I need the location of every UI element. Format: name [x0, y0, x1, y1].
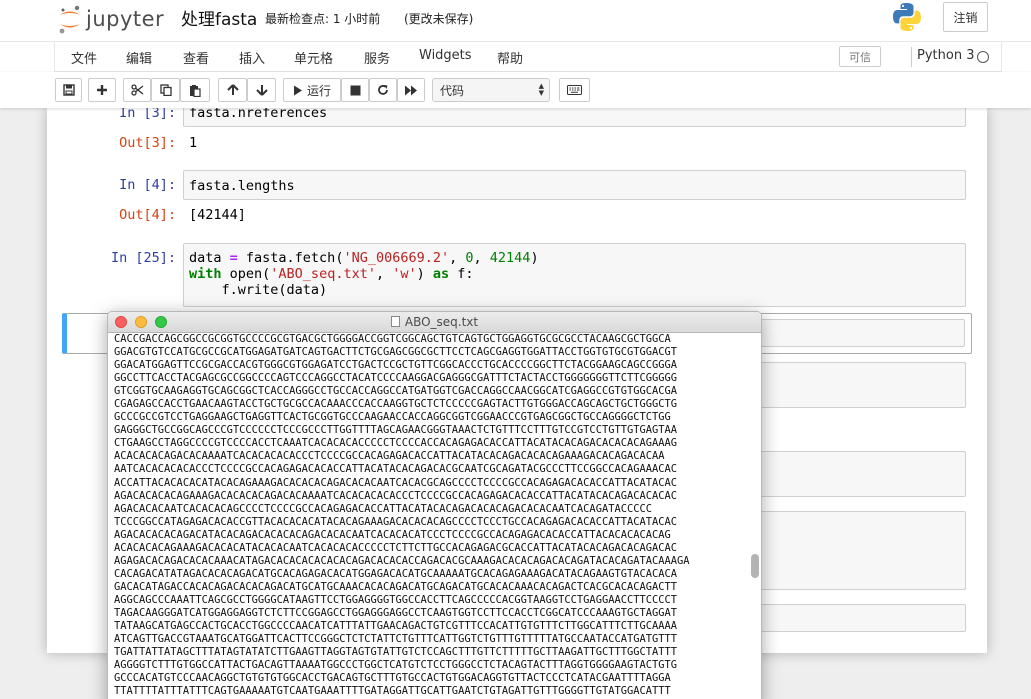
sequence-line: AGGGGTCTTTGTGGCCATTACTGACAGTTAAAATGGCCCT…	[114, 659, 678, 672]
trusted-badge[interactable]: 可信	[839, 46, 881, 67]
sequence-line: GCCCACATGTCCCAACAGGCTGTGTGTGGCACCTGACAGT…	[114, 672, 671, 685]
sequence-line: AGACACACACAGAAAGACACACACAGACACAAAATCACAC…	[114, 489, 678, 502]
checkpoint-status: 最新检查点: 1 小时前	[265, 12, 381, 26]
run-button[interactable]: 运行	[283, 78, 341, 102]
interrupt-button[interactable]	[341, 78, 369, 102]
kernel-idle-indicator	[977, 51, 989, 63]
paste-button[interactable]	[180, 78, 210, 102]
logo-text: jupyter	[86, 7, 165, 31]
cut-button[interactable]	[123, 78, 151, 102]
move-down-button[interactable]	[247, 78, 276, 102]
select-arrows-icon: ▲ ▼	[538, 82, 544, 97]
scrollbar-thumb[interactable]	[751, 554, 759, 578]
input-prompt: In [25]:	[110, 250, 176, 266]
code-text: fasta.lengths	[189, 178, 295, 194]
insert-cell-button[interactable]	[88, 78, 116, 102]
python-logo-icon	[893, 3, 921, 31]
paste-icon	[190, 84, 201, 97]
output-prompt: Out[4]:	[119, 207, 176, 223]
output-text: 1	[189, 135, 198, 151]
cell-type-select[interactable]: 代码 ▲ ▼	[432, 78, 550, 102]
sequence-line: CGAGAGCCACCTGAACAAGTACCTGCTGCGCCACAAACCC…	[114, 398, 678, 411]
restart-button[interactable]	[369, 78, 397, 102]
notebook-title[interactable]: 处理fasta	[181, 5, 257, 30]
logout-button[interactable]: 注销	[943, 2, 988, 32]
sequence-line: GGCCTTCACCTACGAGCGCCGGCCCCAGTCCCAGGCCTAC…	[114, 372, 678, 385]
sequence-line: GAGGGCTGCCGGCAGCCCGTCCCCCCTCCCGCCCTTGGTT…	[114, 424, 678, 437]
refresh-icon	[378, 85, 388, 95]
code-line: f.write(data)	[189, 282, 328, 298]
sequence-line: GTCGGTGCAAGAGGTGCAGCGGCTCACCAGGGCCTGCCAC…	[114, 385, 678, 398]
copy-button[interactable]	[151, 78, 180, 102]
menu-insert[interactable]: 插入	[239, 48, 265, 67]
output-text: [42144]	[189, 207, 246, 223]
sequence-line: GCCCGCCGTCCTGAGGAAGCTGAGGTTCACTGCGGTGCCC…	[114, 411, 671, 424]
window-title: ABO_seq.txt	[108, 315, 761, 329]
sequence-line: AGAGACACAGACACACAAACATAGACACACACACACACAG…	[114, 554, 690, 567]
output-prompt: Out[3]:	[119, 135, 176, 151]
sequence-line: CACAGACATATAGACACACAGACATGCACAGAGACACATG…	[114, 567, 678, 580]
kernel-name: Python 3	[917, 48, 975, 63]
sequence-line: AGGCAGCCCAAATTCAGCGCCTGGGGCATAAGTTCCTGGA…	[114, 593, 678, 606]
sequence-line: AGACACACAATCACACACAGCCCCTCCCCGCCACAGAGAC…	[114, 502, 652, 515]
sequence-line: ATCAGTTGACCGTAAATGCATGGATTCACTTCCGGGCTCT…	[114, 633, 678, 646]
sequence-line: ACCATTACACACACATACACAGAAAGACACACACAGACAC…	[114, 476, 678, 489]
sequence-line: TATAAGCATGAGCCACTGCACCTGGCCCCAACATCATTTA…	[114, 620, 678, 633]
sequence-line: TTATTTTATTTATTTCAGTGAAAAATGTCAATGAAATTTT…	[114, 685, 671, 698]
plus-icon	[97, 85, 107, 95]
document-icon	[390, 316, 400, 327]
scissors-icon	[130, 84, 143, 96]
sequence-line: TAGACAAGGGATCATGGAGGAGGTCTCTTCCGGAGCCTGG…	[114, 606, 678, 619]
notebook-header: jupyter 处理fasta 最新检查点: 1 小时前 (更改未保存) 注销	[0, 0, 1031, 42]
jupyter-logo[interactable]: jupyter	[58, 2, 164, 36]
stop-icon	[350, 85, 360, 95]
sequence-line: CTGAAGCCTAGGCCCCGTCCCCACCTCAAATCACACACAC…	[114, 437, 678, 450]
run-label: 运行	[306, 83, 331, 98]
sequence-line: CACCGACCAGCGGCCGCGGTGCCCCGCGTGACGCTGGGGA…	[114, 333, 671, 345]
menu-widgets[interactable]: Widgets	[419, 48, 472, 63]
menu-cell[interactable]: 单元格	[294, 48, 333, 67]
autosave-status: (更改未保存)	[404, 12, 474, 26]
input-prompt: In [4]:	[119, 177, 176, 193]
code-cell-input[interactable]: fasta.lengths	[183, 170, 966, 200]
menu-file[interactable]: 文件	[71, 48, 97, 67]
menubar: 文件 编辑 查看 插入 单元格 服务 Widgets 帮助 可信 Python …	[0, 42, 1031, 72]
code-cell-input[interactable]: data = fasta.fetch('NG_006669.2', 0, 421…	[183, 243, 966, 307]
code-line: with open('ABO_seq.txt', 'w') as f:	[189, 266, 474, 282]
restart-run-all-button[interactable]	[397, 78, 425, 102]
move-up-button[interactable]	[218, 78, 247, 102]
toolbar: 运行 代码 ▲ ▼	[0, 72, 1031, 108]
sequence-line: ACACACACAGACACAAAATCACACACACACCCTCCCCGCC…	[114, 450, 665, 463]
code-line: data = fasta.fetch('NG_006669.2', 0, 421…	[189, 250, 539, 266]
play-icon	[293, 85, 302, 95]
window-titlebar[interactable]: ABO_seq.txt	[108, 312, 761, 333]
sequence-line: AGACACACACAGACATACACAGACACACACAGACACACAA…	[114, 528, 671, 541]
text-viewer-window[interactable]: ABO_seq.txt CACCGACCAGCGGCCGCGGTGCCCCGCG…	[107, 311, 762, 699]
sequence-line: AATCACACACACACCCTCCCCGCCACAGAGACACACCATT…	[114, 463, 678, 476]
arrow-up-icon	[226, 84, 239, 95]
cell-type-value: 代码	[440, 83, 465, 98]
menu-kernel[interactable]: 服务	[364, 48, 390, 67]
kernel-divider	[911, 47, 912, 67]
sequence-text[interactable]: CACCGACCAGCGGCCGCGGTGCCCCGCGTGACGCTGGGGA…	[114, 333, 744, 699]
jupyter-icon	[59, 5, 80, 34]
sequence-line: TCCCGGCCATAGAGACACACCGTTACACACACATACACAG…	[114, 515, 678, 528]
save-button[interactable]	[55, 78, 82, 102]
keyboard-icon	[567, 85, 582, 95]
save-icon	[62, 84, 75, 96]
sequence-line: GGACATGGAGTTCCGCGACCACGTGGGCGTGGAGATCCTG…	[114, 359, 678, 372]
fast-forward-icon	[405, 85, 417, 95]
menu-help[interactable]: 帮助	[497, 48, 523, 67]
sequence-line: GACACATAGACCACACAGACACACAGACATGCATGCAAAC…	[114, 580, 678, 593]
command-palette-button[interactable]	[559, 78, 590, 102]
arrow-down-icon	[255, 85, 268, 96]
sequence-line: GGACGTGTCCATGCGCCGCATGGAGATGATCAGTGACTTC…	[114, 346, 678, 359]
menu-edit[interactable]: 编辑	[126, 48, 152, 67]
copy-icon	[159, 84, 172, 96]
sequence-line: TGATTATTATAGCTTTATAGTATATCTTGAAGTTAGGTAG…	[114, 646, 678, 659]
sequence-line: ACACACACAGAAAGACACACATACACACAATCACACACAC…	[114, 541, 678, 554]
menu-view[interactable]: 查看	[183, 48, 209, 67]
